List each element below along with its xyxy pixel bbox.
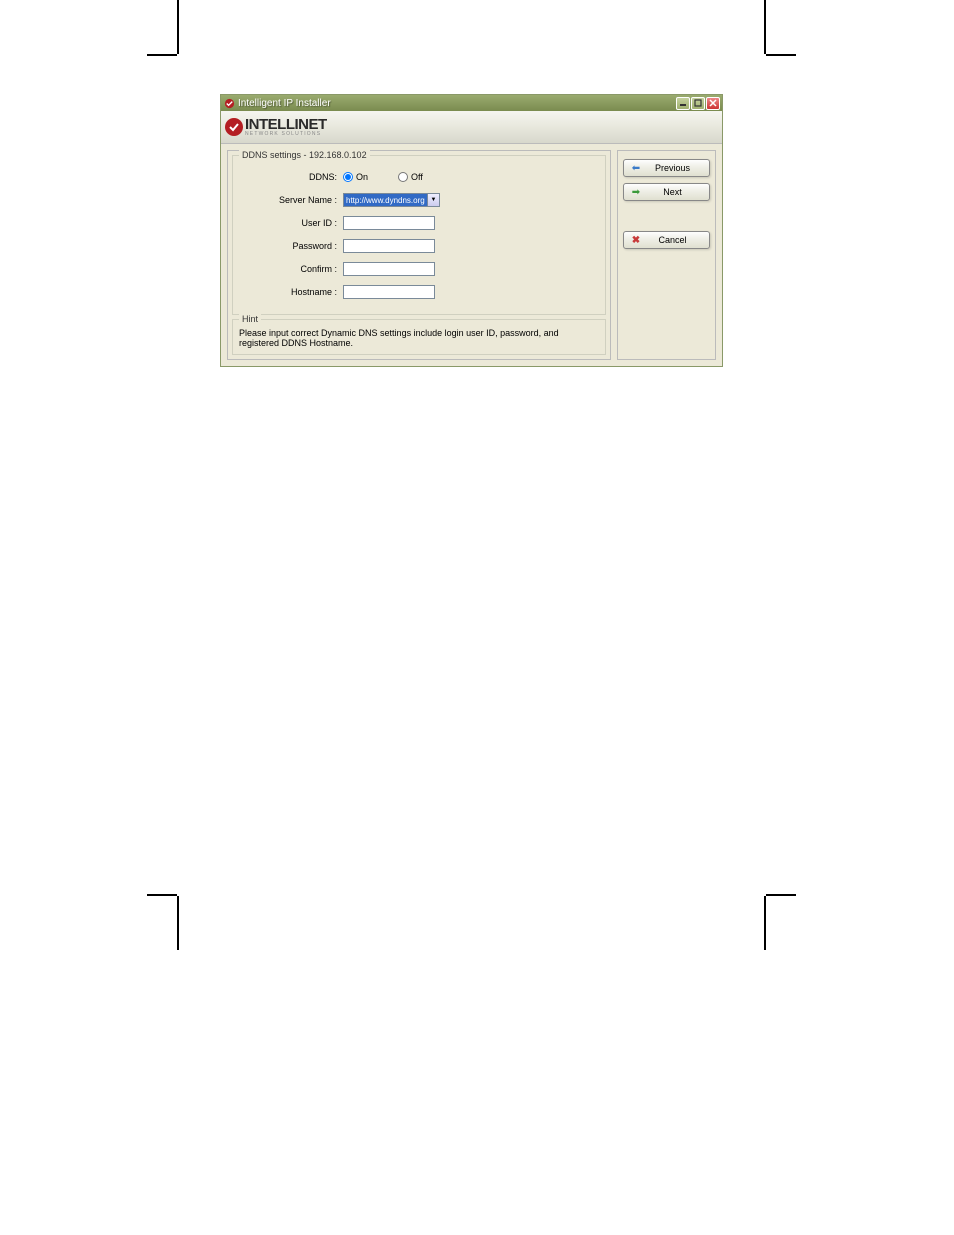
crop-mark — [764, 896, 766, 950]
ddns-off-input[interactable] — [398, 172, 408, 182]
app-icon — [223, 97, 235, 109]
side-panel: ⬅ Previous ➡ Next ✖ Cancel — [617, 150, 716, 360]
ddns-label: DDNS: — [239, 172, 343, 182]
next-label: Next — [642, 187, 703, 197]
hint-text: Please input correct Dynamic DNS setting… — [239, 328, 599, 348]
user-id-label: User ID : — [239, 218, 343, 228]
user-id-input[interactable] — [343, 216, 435, 230]
crop-mark — [766, 894, 796, 896]
ddns-settings-group: DDNS settings - 192.168.0.102 DDNS: On — [232, 155, 606, 315]
password-input[interactable] — [343, 239, 435, 253]
crop-mark — [766, 54, 796, 56]
cancel-x-icon: ✖ — [630, 235, 642, 246]
maximize-button[interactable] — [691, 97, 705, 110]
brand-name: INTELLINET — [245, 117, 327, 132]
hint-group: Hint Please input correct Dynamic DNS se… — [232, 319, 606, 355]
groupbox-title: DDNS settings - 192.168.0.102 — [239, 150, 370, 160]
brand-tagline: NETWORK SOLUTIONS — [245, 131, 327, 137]
server-name-value: http://www.dyndns.org — [343, 193, 428, 207]
next-button[interactable]: ➡ Next — [623, 183, 710, 201]
previous-button[interactable]: ⬅ Previous — [623, 159, 710, 177]
main-panel: DDNS settings - 192.168.0.102 DDNS: On — [227, 150, 611, 360]
off-label: Off — [411, 172, 423, 182]
ddns-on-input[interactable] — [343, 172, 353, 182]
ddns-on-radio[interactable]: On — [343, 172, 368, 182]
crop-mark — [177, 896, 179, 950]
minimize-button[interactable] — [676, 97, 690, 110]
close-button[interactable] — [706, 97, 720, 110]
titlebar: Intelligent IP Installer — [221, 95, 722, 111]
hostname-input[interactable] — [343, 285, 435, 299]
dropdown-arrow-icon[interactable]: ▼ — [428, 193, 440, 207]
crop-mark — [177, 0, 179, 54]
cancel-button[interactable]: ✖ Cancel — [623, 231, 710, 249]
window-title: Intelligent IP Installer — [238, 98, 676, 109]
crop-mark — [147, 54, 177, 56]
brand-logo: INTELLINET NETWORK SOLUTIONS — [225, 117, 327, 137]
ddns-off-radio[interactable]: Off — [398, 172, 423, 182]
confirm-label: Confirm : — [239, 264, 343, 274]
server-name-label: Server Name : — [239, 195, 343, 205]
brand-bar: INTELLINET NETWORK SOLUTIONS — [221, 111, 722, 144]
previous-label: Previous — [642, 163, 703, 173]
password-label: Password : — [239, 241, 343, 251]
arrow-left-icon: ⬅ — [630, 163, 642, 174]
server-name-select[interactable]: http://www.dyndns.org ▼ — [343, 193, 440, 207]
hint-title: Hint — [239, 314, 261, 324]
crop-mark — [147, 894, 177, 896]
hostname-label: Hostname : — [239, 287, 343, 297]
cancel-label: Cancel — [642, 235, 703, 245]
arrow-right-icon: ➡ — [630, 187, 642, 198]
confirm-input[interactable] — [343, 262, 435, 276]
on-label: On — [356, 172, 368, 182]
brand-check-icon — [225, 118, 243, 136]
app-window: Intelligent IP Installer INTELLINET NETW… — [220, 94, 723, 367]
crop-mark — [764, 0, 766, 54]
